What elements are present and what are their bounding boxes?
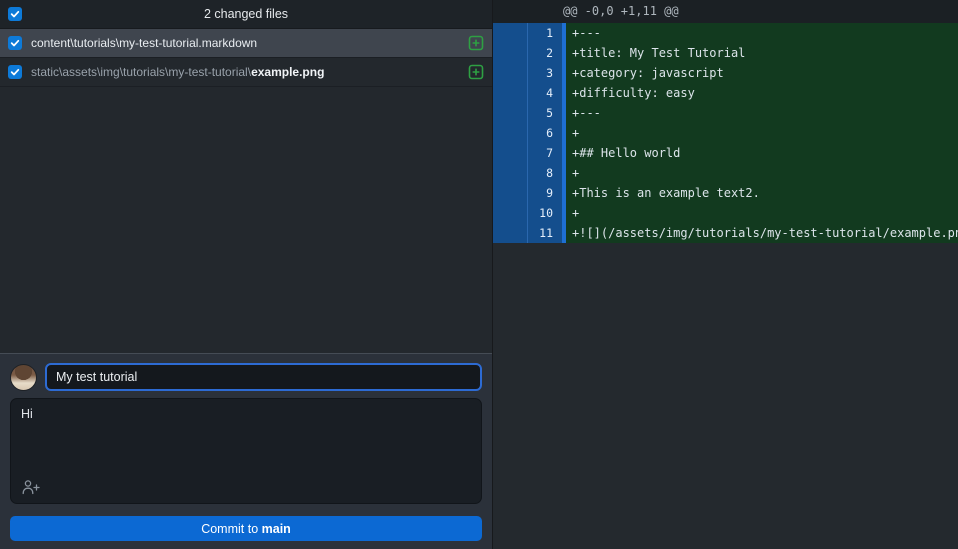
new-line-number: 6 <box>528 123 562 143</box>
commit-description-input[interactable]: Hi <box>11 399 481 479</box>
new-line-number: 2 <box>528 43 562 63</box>
diff-line-gutter[interactable]: 8 <box>493 163 562 183</box>
old-line-number <box>493 43 528 63</box>
check-icon <box>10 38 20 48</box>
diff-added-line-text: +category: javascript <box>566 63 958 83</box>
old-line-number <box>493 123 528 143</box>
diff-added-line-text: + <box>566 163 958 183</box>
diff-line-gutter[interactable]: 3 <box>493 63 562 83</box>
diff-line: 5+--- <box>493 103 958 123</box>
panel-spacer <box>0 87 492 353</box>
diff-line: 4+difficulty: easy <box>493 83 958 103</box>
check-icon <box>10 67 20 77</box>
file-row[interactable]: content\tutorials\my-test-tutorial.markd… <box>0 29 492 58</box>
old-line-number <box>493 163 528 183</box>
file-include-checkbox[interactable] <box>8 36 22 50</box>
diff-line: 11+![](/assets/img/tutorials/my-test-tut… <box>493 223 958 243</box>
diff-line: 8+ <box>493 163 958 183</box>
file-include-checkbox[interactable] <box>8 65 22 79</box>
new-line-number: 3 <box>528 63 562 83</box>
old-line-number <box>493 223 528 243</box>
diff-added-line-text: +![](/assets/img/tutorials/my-test-tutor… <box>566 223 958 243</box>
diff-line-gutter[interactable]: 10 <box>493 203 562 223</box>
diff-line: 10+ <box>493 203 958 223</box>
commit-branch-name: main <box>262 522 291 536</box>
diff-added-line-text: + <box>566 123 958 143</box>
changes-panel: 2 changed files content\tutorials\my-tes… <box>0 0 493 549</box>
new-line-number: 8 <box>528 163 562 183</box>
diff-line-gutter[interactable]: 9 <box>493 183 562 203</box>
file-status-added-icon <box>468 64 484 80</box>
file-directory: static\assets\img\tutorials\my-test-tuto… <box>31 65 251 79</box>
file-name: example.png <box>251 65 324 79</box>
select-all-checkbox[interactable] <box>8 7 22 21</box>
diff-line-gutter[interactable]: 4 <box>493 83 562 103</box>
new-line-number: 9 <box>528 183 562 203</box>
old-line-number <box>493 183 528 203</box>
file-path: static\assets\img\tutorials\my-test-tuto… <box>31 65 460 79</box>
diff-line: 3+category: javascript <box>493 63 958 83</box>
new-line-number: 4 <box>528 83 562 103</box>
diff-added-line-text: +title: My Test Tutorial <box>566 43 958 63</box>
commit-to-branch-button[interactable]: Commit to main <box>10 516 482 541</box>
diff-line: 6+ <box>493 123 958 143</box>
diff-line: 9+This is an example text2. <box>493 183 958 203</box>
file-path: content\tutorials\my-test-tutorial.markd… <box>31 36 460 50</box>
new-line-number: 5 <box>528 103 562 123</box>
old-line-number <box>493 83 528 103</box>
new-line-number: 7 <box>528 143 562 163</box>
diff-added-line-text: +This is an example text2. <box>566 183 958 203</box>
commit-description-box[interactable]: Hi <box>10 398 482 504</box>
new-line-number: 11 <box>528 223 562 243</box>
diff-line-gutter[interactable]: 7 <box>493 143 562 163</box>
diff-panel: @@ -0,0 +1,11 @@ 1+---2+title: My Test T… <box>493 0 958 549</box>
commit-area: Hi Commit to main <box>0 353 492 549</box>
diff-line-gutter[interactable]: 1 <box>493 23 562 43</box>
diff-added-line-text: + <box>566 203 958 223</box>
file-directory: content\tutorials\ <box>31 36 119 50</box>
old-line-number <box>493 143 528 163</box>
new-line-number: 10 <box>528 203 562 223</box>
changed-file-list: content\tutorials\my-test-tutorial.markd… <box>0 29 492 87</box>
commit-summary-row <box>10 363 482 391</box>
changed-files-header: 2 changed files <box>0 0 492 29</box>
add-coauthor-button[interactable] <box>20 478 42 496</box>
diff-added-line-text: +--- <box>566 103 958 123</box>
old-line-number <box>493 23 528 43</box>
diff-added-line-text: +difficulty: easy <box>566 83 958 103</box>
commit-summary-input[interactable] <box>45 363 482 391</box>
old-line-number <box>493 63 528 83</box>
diff-added-line-text: +## Hello world <box>566 143 958 163</box>
file-name: my-test-tutorial.markdown <box>119 36 257 50</box>
diff-line-gutter[interactable]: 5 <box>493 103 562 123</box>
diff-hunk-header: @@ -0,0 +1,11 @@ <box>493 0 958 23</box>
diff-line-gutter[interactable]: 2 <box>493 43 562 63</box>
diff-line-gutter[interactable]: 11 <box>493 223 562 243</box>
person-plus-icon <box>21 479 41 495</box>
check-icon <box>10 9 20 19</box>
diff-lines: 1+---2+title: My Test Tutorial3+category… <box>493 23 958 243</box>
diff-line-gutter[interactable]: 6 <box>493 123 562 143</box>
diff-line: 1+--- <box>493 23 958 43</box>
commit-button-label: Commit to <box>201 522 261 536</box>
diff-line: 2+title: My Test Tutorial <box>493 43 958 63</box>
changed-files-count: 2 changed files <box>0 7 492 21</box>
file-status-added-icon <box>468 35 484 51</box>
old-line-number <box>493 203 528 223</box>
diff-added-line-text: +--- <box>566 23 958 43</box>
old-line-number <box>493 103 528 123</box>
github-desktop-window: 2 changed files content\tutorials\my-tes… <box>0 0 958 549</box>
user-avatar <box>10 364 37 391</box>
diff-line: 7+## Hello world <box>493 143 958 163</box>
new-line-number: 1 <box>528 23 562 43</box>
file-row[interactable]: static\assets\img\tutorials\my-test-tuto… <box>0 58 492 87</box>
